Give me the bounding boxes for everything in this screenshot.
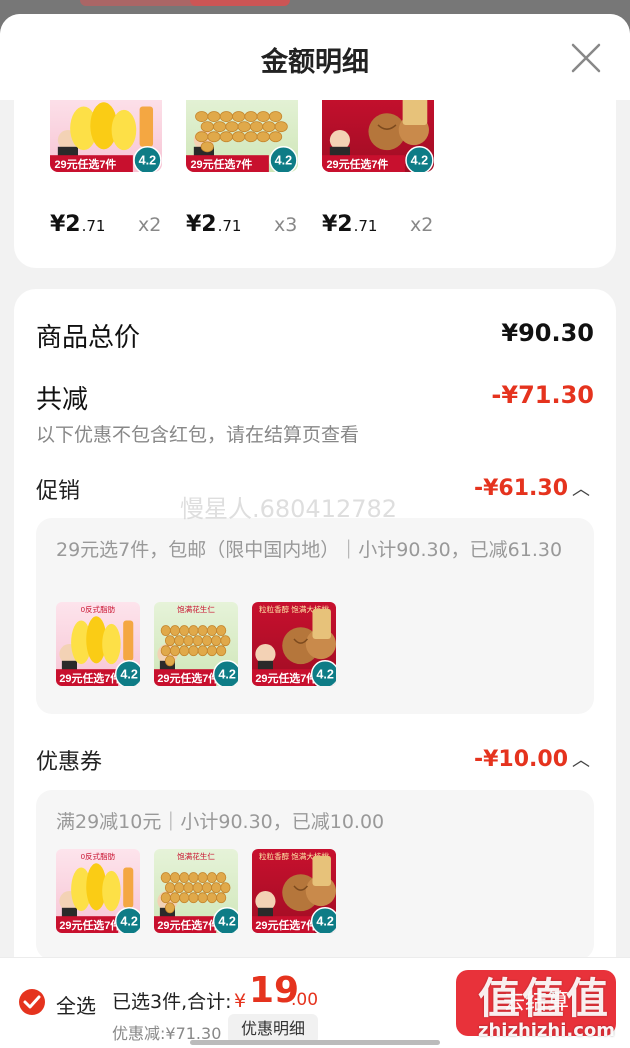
product-image-peanut[interactable]: 香脆好味 29元任选7件 4.2 xyxy=(186,88,298,172)
promo-thumb-walnut[interactable]: 粒粒香醇 饱满大核桃 29元任选7件 4.2 xyxy=(252,602,336,686)
promotion-panel: 29元选7件，包邮（限中国内地）｜小计90.30，已减61.30 0反式脂肪 2… xyxy=(36,518,594,714)
svg-text:0反式脂肪: 0反式脂肪 xyxy=(81,604,116,614)
svg-text:4.2: 4.2 xyxy=(120,914,138,928)
coupon-thumb-peanut[interactable]: 饱满花生仁 29元任选7件 4.2 xyxy=(154,849,238,933)
chevron-up-icon: ︿ xyxy=(572,479,590,500)
coupon-label: 优惠券 xyxy=(36,750,103,775)
sheet-header: 金额明细 xyxy=(0,14,630,100)
svg-text:29元任选7件: 29元任选7件 xyxy=(59,918,121,932)
svg-text:29元任选7件: 29元任选7件 xyxy=(255,671,317,685)
selected-products-card: 29元任选7件 4.2 香脆好味 29元任选7件 4.2 纸皮核桃 60g 29… xyxy=(14,84,616,268)
svg-text:4.2: 4.2 xyxy=(411,153,429,167)
product-price: ¥2.71 xyxy=(186,212,242,237)
product-image-walnut[interactable]: 纸皮核桃 60g 29元任选7件 4.2 xyxy=(322,88,434,172)
svg-text:4.2: 4.2 xyxy=(218,914,236,928)
site-watermark-logo: 值值值 zhizhizhi.com xyxy=(478,965,628,1041)
product-qty: x2 xyxy=(410,214,434,236)
svg-text:4.2: 4.2 xyxy=(275,153,293,167)
user-watermark: 慢星人.680412782 xyxy=(180,495,398,523)
discount-note: 以下优惠不包含红包，请在结算页查看 xyxy=(36,424,360,446)
goods-total-label: 商品总价 xyxy=(36,323,141,353)
svg-text:4.2: 4.2 xyxy=(316,914,334,928)
svg-text:29元任选7件: 29元任选7件 xyxy=(255,918,317,932)
site-logo-domain: zhizhizhi.com xyxy=(478,1020,616,1041)
product-price: ¥2.71 xyxy=(50,212,106,237)
total-currency: ¥ xyxy=(234,990,247,1012)
svg-text:饱满花生仁: 饱满花生仁 xyxy=(177,604,215,614)
home-indicator[interactable] xyxy=(190,1040,440,1045)
coupon-thumb-walnut[interactable]: 粒粒香醇 饱满大核桃 29元任选7件 4.2 xyxy=(252,849,336,933)
svg-text:29元任选7件: 29元任选7件 xyxy=(54,157,116,171)
product-image-mango[interactable]: 29元任选7件 4.2 xyxy=(50,88,162,172)
sheet-title: 金额明细 xyxy=(261,47,369,78)
coupon-thumb-mango[interactable]: 0反式脂肪 29元任选7件 4.2 xyxy=(56,849,140,933)
coupon-detail: 满29减10元｜小计90.30，已减10.00 xyxy=(56,811,385,833)
site-logo-text: 值值值 xyxy=(478,974,611,1023)
chevron-up-icon: ︿ xyxy=(572,750,590,771)
total-amount-decimal: .00 xyxy=(291,990,319,1010)
select-all-checkbox[interactable] xyxy=(18,988,46,1016)
promo-thumb-mango[interactable]: 0反式脂肪 29元任选7件 4.2 xyxy=(56,602,140,686)
close-icon[interactable] xyxy=(570,42,602,74)
product-qty: x3 xyxy=(274,214,298,236)
svg-text:0反式脂肪: 0反式脂肪 xyxy=(81,851,116,861)
coupon-toggle[interactable]: -¥10.00 ︿ xyxy=(474,746,590,772)
promotion-label: 促销 xyxy=(36,479,81,504)
product-qty: x2 xyxy=(138,214,162,236)
svg-text:29元任选7件: 29元任选7件 xyxy=(157,918,219,932)
svg-text:4.2: 4.2 xyxy=(139,153,157,167)
selected-info: 已选3件,合计: xyxy=(112,991,232,1013)
promotion-toggle[interactable]: -¥61.30 ︿ xyxy=(474,475,590,501)
svg-text:29元任选7件: 29元任选7件 xyxy=(157,671,219,685)
promo-thumb-peanut[interactable]: 饱满花生仁 29元任选7件 4.2 xyxy=(154,602,238,686)
svg-text:4.2: 4.2 xyxy=(120,667,138,681)
svg-text:饱满花生仁: 饱满花生仁 xyxy=(177,851,215,861)
svg-text:29元任选7件: 29元任选7件 xyxy=(190,157,252,171)
amount-detail-sheet: 金额明细 29元任选7件 4.2 香脆好味 29元任选7件 4. xyxy=(0,14,630,1047)
price-breakdown-card: 商品总价 ¥90.30 共减 -¥71.30 以下优惠不包含红包，请在结算页查看… xyxy=(14,289,616,1047)
goods-total-value: ¥90.30 xyxy=(501,319,594,347)
svg-text:29元任选7件: 29元任选7件 xyxy=(326,157,388,171)
coupon-panel: 满29减10元｜小计90.30，已减10.00 0反式脂肪 29元任选7件 4.… xyxy=(36,790,594,960)
svg-text:4.2: 4.2 xyxy=(316,667,334,681)
promotion-detail: 29元选7件，包邮（限中国内地）｜小计90.30，已减61.30 xyxy=(56,539,563,561)
discount-total-value: -¥71.30 xyxy=(491,381,594,409)
product-price: ¥2.71 xyxy=(322,212,378,237)
discount-total-label: 共减 xyxy=(36,385,89,415)
select-all-label[interactable]: 全选 xyxy=(56,990,96,1019)
svg-text:29元任选7件: 29元任选7件 xyxy=(59,671,121,685)
svg-text:4.2: 4.2 xyxy=(218,667,236,681)
